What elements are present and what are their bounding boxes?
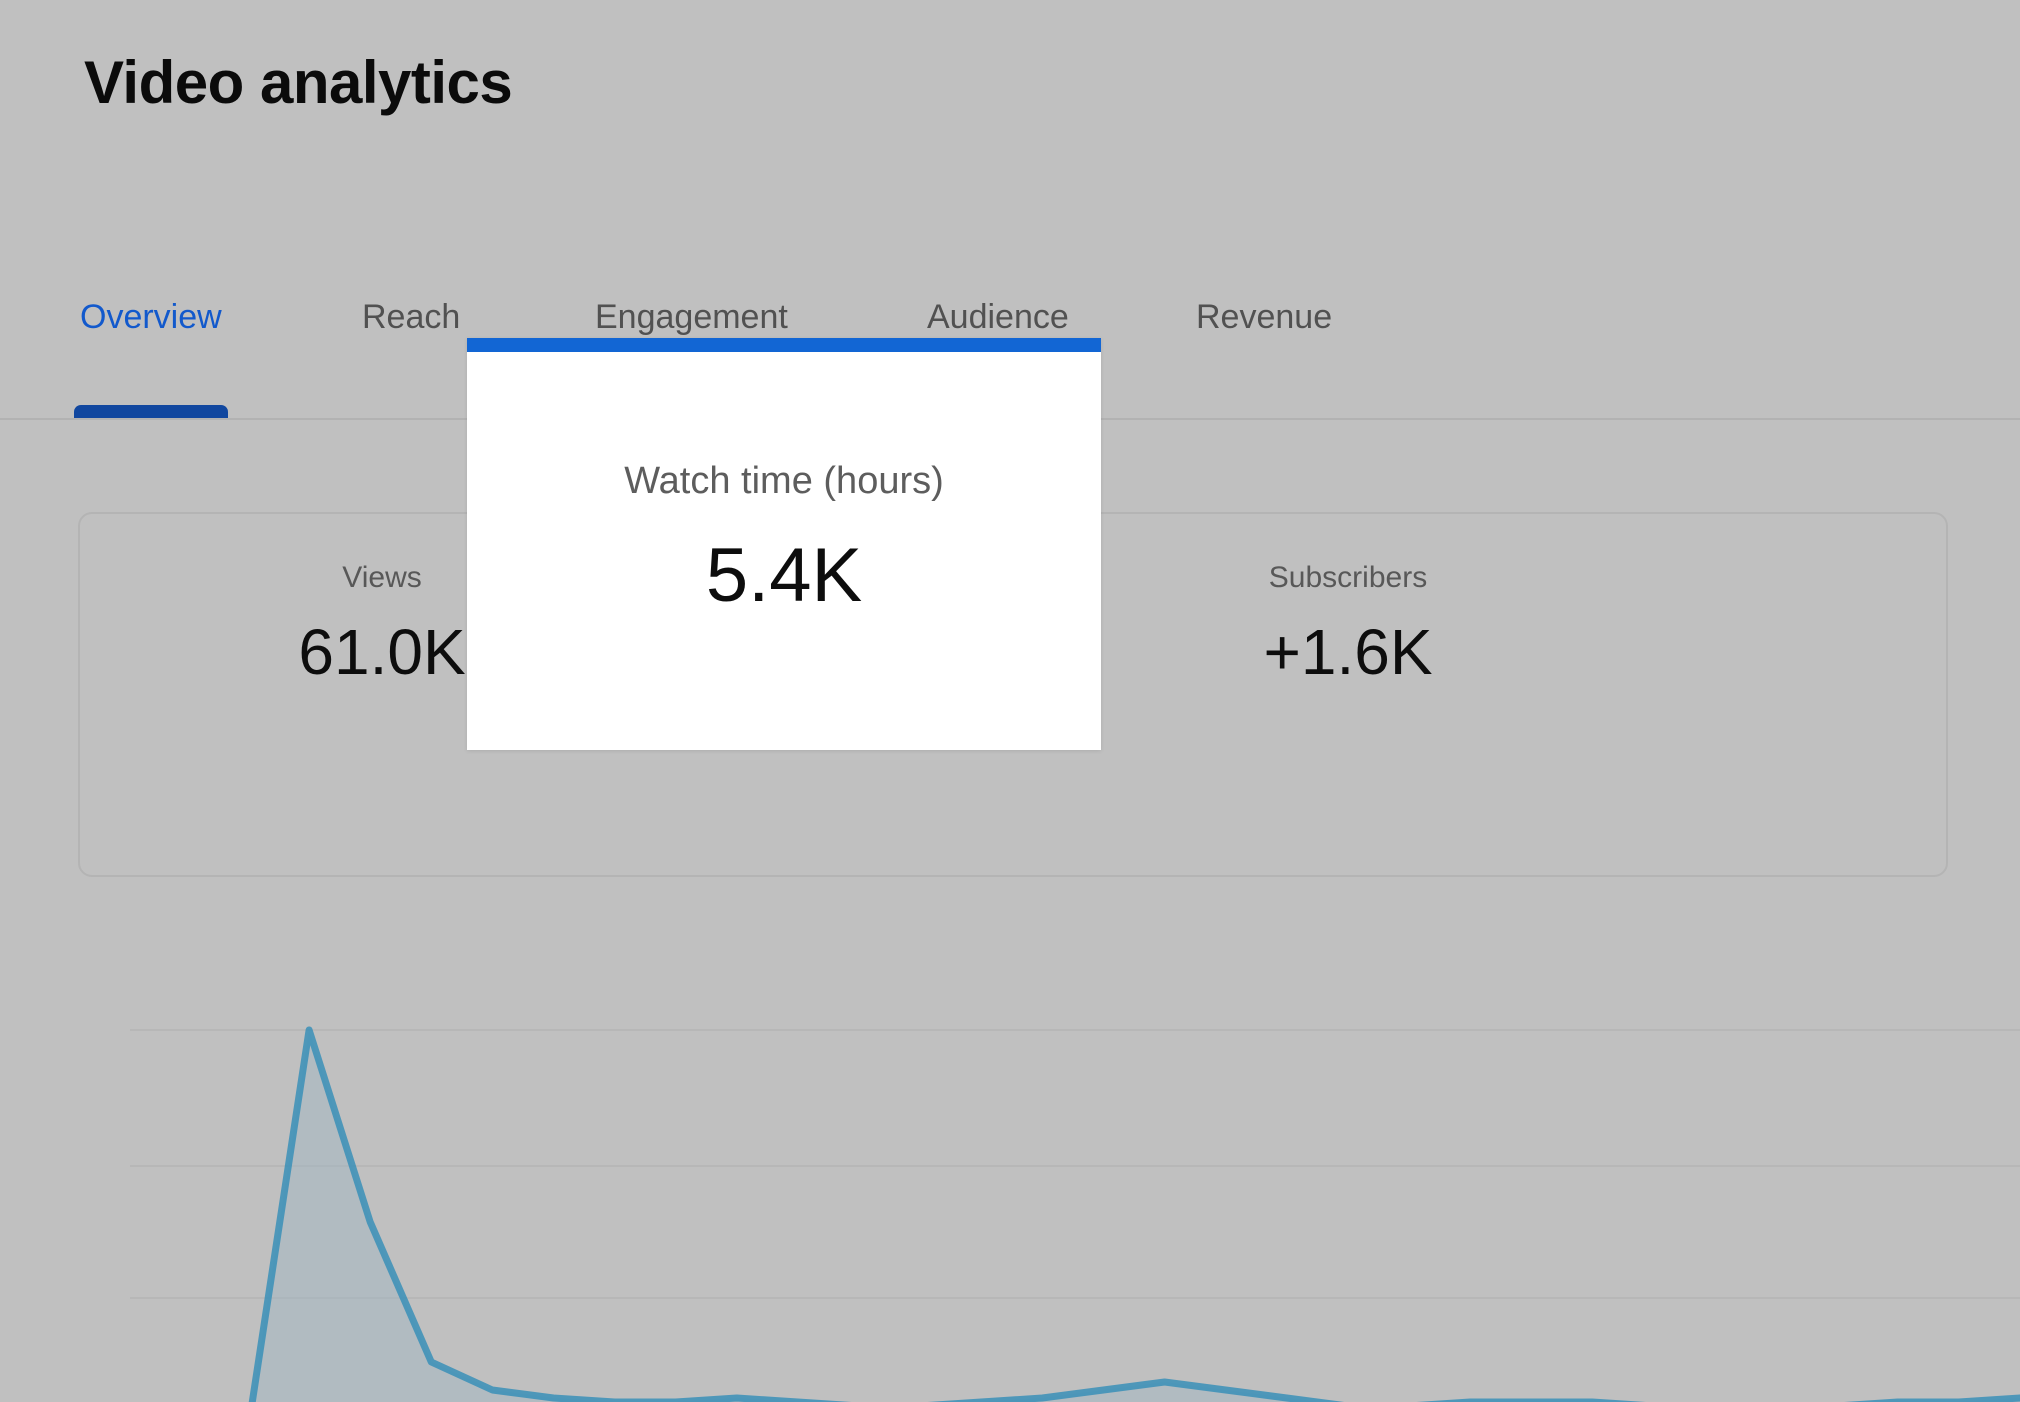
tab-engagement[interactable]: Engagement	[595, 300, 788, 334]
metric-subscribers-label: Subscribers	[1268, 561, 1428, 594]
focus-card-body: Watch time (hours) 5.4K	[467, 352, 1101, 750]
tab-audience[interactable]: Audience	[927, 300, 1069, 334]
metric-subscribers-value: +1.6K	[1263, 616, 1433, 688]
chart-area-fill	[252, 1030, 2020, 1402]
tab-overview[interactable]: Overview	[74, 298, 228, 418]
chart-gridlines	[130, 1029, 2020, 1299]
focus-card-accent-bar	[467, 338, 1101, 352]
tab-audience-label: Audience	[927, 298, 1069, 336]
chart-svg	[130, 1026, 2020, 1402]
watch-time-focus-card[interactable]: Watch time (hours) 5.4K	[467, 338, 1101, 750]
page-title: Video analytics	[84, 49, 513, 116]
metric-subscribers[interactable]: Subscribers +1.6K	[1138, 561, 1558, 688]
focus-card-label: Watch time (hours)	[624, 460, 944, 502]
chart-line	[248, 1026, 2020, 1402]
tab-reach-label: Reach	[362, 298, 461, 336]
tab-reach[interactable]: Reach	[362, 300, 460, 334]
focus-card-value: 5.4K	[705, 533, 863, 618]
tab-revenue-label: Revenue	[1196, 298, 1333, 336]
views-over-time-chart	[0, 930, 2020, 1402]
tab-active-indicator	[74, 405, 228, 418]
tab-overview-label: Overview	[80, 298, 222, 336]
tab-engagement-label: Engagement	[595, 298, 788, 336]
tab-revenue[interactable]: Revenue	[1196, 300, 1332, 334]
